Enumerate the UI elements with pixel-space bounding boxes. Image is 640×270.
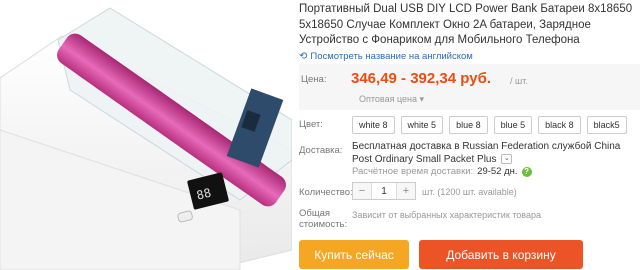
color-option-white-5[interactable]: white 5 (400, 116, 444, 134)
color-options: white 8 white 5 blue 8 blue 5 black 8 bl… (352, 116, 627, 134)
color-label: Цвет: (299, 119, 323, 130)
quantity-stepper: − 1 + (352, 182, 416, 200)
wholesale-price-toggle[interactable]: Оптовая цена ▾ (359, 94, 424, 105)
color-option-blue-5[interactable]: blue 5 (493, 116, 533, 134)
eta-label: Расчётное время доставки: (352, 166, 474, 177)
translate-icon: ⟲ (299, 51, 308, 62)
color-option-black-5[interactable]: black5 (586, 116, 627, 134)
translate-title-link[interactable]: ⟲ Посмотреть название на английском (299, 51, 473, 62)
total-cost-note: Зависит от выбранных характеристик товар… (352, 210, 541, 220)
price-value: 346,49 - 392,34 руб. (351, 70, 491, 87)
product-title: Портативный Dual USB DIY LCD Power Bank … (299, 3, 633, 46)
delivery-info: Бесплатная доставка в Russian Federation… (352, 141, 640, 166)
eta-days: 29-52 дн. (477, 166, 518, 177)
total-label-line1: Общая (299, 208, 331, 219)
quantity-available: шт. (1200 шт. available) (422, 187, 517, 197)
delivery-method-dropdown[interactable]: ⌄ (501, 153, 513, 164)
power-bank-illustration: 88 (0, 7, 292, 270)
total-cost-label: Общая стоимость: (299, 208, 347, 230)
delivery-label: Доставка: (299, 145, 343, 156)
help-icon[interactable]: ? (521, 166, 532, 177)
product-image[interactable]: 88 (0, 0, 292, 270)
delivery-eta: Расчётное время доставки: 29-52 дн. ? (352, 166, 532, 177)
price-label: Цена: (301, 74, 327, 85)
buy-now-button[interactable]: Купить сейчас (299, 240, 409, 269)
add-to-cart-button[interactable]: Добавить в корзину (419, 240, 583, 269)
total-label-line2: стоимость: (299, 219, 348, 230)
color-option-white-8[interactable]: white 8 (352, 116, 395, 134)
color-option-black-8[interactable]: black 8 (538, 116, 581, 134)
quantity-decrease-button[interactable]: − (353, 183, 371, 199)
color-option-blue-8[interactable]: blue 8 (449, 116, 488, 134)
quantity-increase-button[interactable]: + (397, 183, 415, 199)
price-unit: / шт. (510, 76, 528, 86)
quantity-label: Количество: (299, 187, 353, 198)
product-info-panel: Портативный Dual USB DIY LCD Power Bank … (299, 0, 640, 270)
price-section: Цена: 346,49 - 392,34 руб. / шт. Оптовая… (299, 64, 640, 110)
delivery-text: Бесплатная доставка в Russian Federation… (352, 141, 621, 165)
translate-link-text: Посмотреть название на английском (310, 51, 473, 62)
quantity-input[interactable]: 1 (371, 183, 397, 199)
